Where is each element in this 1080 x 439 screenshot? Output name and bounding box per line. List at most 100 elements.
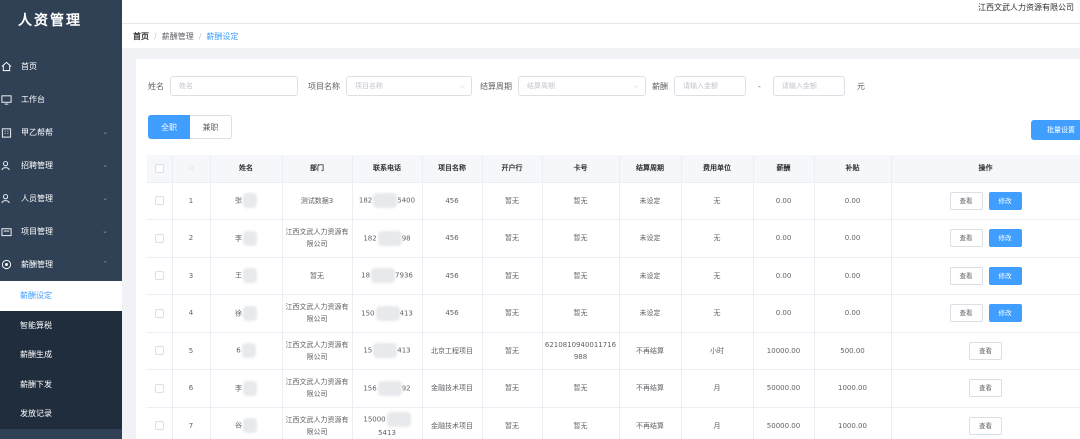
- column-header: 补贴: [814, 155, 892, 183]
- submenu-item-4[interactable]: 发放记录: [0, 399, 122, 429]
- actions-cell: 查看: [891, 369, 1080, 408]
- salary-submenu: 薪酬设定 智能算税 薪酬生成 薪酬下发 发放记录: [0, 281, 122, 429]
- sidebar: 人资管理 首页 工作台 甲乙帮帮 ⌄ 招聘管理 ⌄ 人员管理 ⌄ 项目管理 ⌄ 薪酬管理 ⌃ 薪酬设定…: [0, 0, 122, 439]
- salary-min-input[interactable]: 请输入金额: [674, 76, 746, 96]
- batch-set-button[interactable]: 批量设置: [1031, 120, 1080, 140]
- sidebar-item-4[interactable]: 人员管理 ⌄: [0, 182, 122, 215]
- table-row: 6 李江西文武人力资源有限公司 156 92 金融技术项目 暂无 暂无 不再结算月 50000.…: [147, 369, 1080, 408]
- column-header: 项目名称: [422, 155, 483, 183]
- view-button[interactable]: 查看: [969, 379, 1002, 398]
- sidebar-item-3[interactable]: 招聘管理 ⌄: [0, 149, 122, 182]
- row-checkbox[interactable]: [154, 271, 164, 281]
- salary-cell: 10000.00: [753, 332, 815, 370]
- view-button[interactable]: 查看: [949, 191, 983, 210]
- sidebar-item-1[interactable]: 工作台: [0, 83, 122, 116]
- name-input[interactable]: 姓名: [170, 76, 298, 96]
- project-cell: 金融技术项目: [422, 407, 483, 439]
- row-select-cell: [147, 332, 173, 370]
- project-select[interactable]: 项目名称 ⌵: [346, 76, 472, 96]
- breadcrumb-separator: /: [198, 31, 202, 41]
- view-button[interactable]: 查看: [949, 304, 983, 323]
- dept-cell: 暂无: [282, 257, 353, 295]
- unit-cell: 小时: [681, 332, 754, 370]
- breadcrumb-home[interactable]: 首页: [133, 31, 149, 42]
- redacted-phone: [377, 380, 402, 396]
- sidebar-item-2[interactable]: 甲乙帮帮 ⌄: [0, 116, 122, 149]
- row-checkbox[interactable]: [154, 421, 164, 431]
- edit-button[interactable]: 修改: [988, 304, 1022, 323]
- project-cell: 北京工程项目: [422, 332, 483, 370]
- app-title: 人资管理: [18, 13, 82, 29]
- row-index: 4: [172, 294, 211, 333]
- row-checkbox[interactable]: [154, 308, 164, 318]
- redacted-name: [243, 305, 257, 321]
- name-initial: 王: [235, 271, 242, 280]
- column-header: 部门: [282, 155, 353, 183]
- row-checkbox[interactable]: [154, 383, 164, 393]
- card-cell: 暂无: [542, 294, 620, 333]
- tab-part-time[interactable]: 兼职: [190, 115, 232, 139]
- project-cell: 456: [422, 219, 483, 258]
- chevron-down-icon: ⌄: [102, 161, 108, 169]
- phone-prefix: 15: [363, 346, 373, 355]
- redacted-name: [243, 380, 257, 396]
- dept-cell: 江西文武人力资源有限公司: [282, 369, 353, 408]
- salary-max-input[interactable]: 请输入金额: [772, 76, 845, 96]
- unit-cell: 无: [681, 294, 754, 333]
- salary-cell: 50000.00: [753, 407, 815, 439]
- submenu-item-0[interactable]: 薪酬设定: [0, 281, 122, 311]
- phone-cell: 150 413: [352, 294, 423, 333]
- submenu-item-2[interactable]: 薪酬生成: [0, 340, 122, 370]
- salary-cell: 0.00: [753, 257, 815, 295]
- card-cell: 暂无: [542, 219, 620, 258]
- submenu-item-3[interactable]: 薪酬下发: [0, 370, 122, 400]
- name-placeholder: 姓名: [179, 82, 193, 90]
- salary-cell: 0.00: [753, 219, 815, 258]
- name-initial: 李: [235, 234, 242, 243]
- sidebar-item-5[interactable]: 项目管理 ⌄: [0, 215, 122, 248]
- actions-cell: 查看: [891, 407, 1080, 439]
- project-cell: 456: [422, 257, 483, 295]
- redacted-phone: [371, 268, 396, 284]
- edit-button[interactable]: 修改: [988, 266, 1022, 285]
- table-row: 3 王暂无 18 7936 456 暂无 暂无 未设定无 0.00 0.00 查看 修改: [147, 257, 1080, 295]
- name-initial: 谷: [235, 421, 242, 430]
- phone-cell: 182 5400: [352, 182, 423, 220]
- column-header: 联系电话: [352, 155, 423, 183]
- row-index: 3: [172, 257, 211, 295]
- phone-suffix: 413: [399, 309, 413, 318]
- phone-suffix: 5413: [378, 429, 396, 438]
- actions-cell: 查看 修改: [891, 219, 1080, 258]
- sidebar-item-0[interactable]: 首页: [0, 50, 122, 83]
- phone-prefix: 18: [361, 271, 371, 280]
- view-button[interactable]: 查看: [969, 416, 1002, 435]
- phone-prefix: 182: [358, 196, 373, 205]
- view-button[interactable]: 查看: [969, 341, 1002, 360]
- row-select-cell: [147, 182, 173, 220]
- row-checkbox[interactable]: [154, 196, 164, 206]
- view-button[interactable]: 查看: [949, 229, 983, 248]
- breadcrumb-salary-management[interactable]: 薪酬管理: [162, 31, 194, 42]
- name-label: 姓名: [148, 81, 164, 91]
- subsidy-cell: 500.00: [814, 332, 892, 370]
- cycle-select[interactable]: 结算周期 ⌵: [518, 76, 646, 96]
- row-index: 2: [172, 219, 211, 258]
- sidebar-item-6[interactable]: 薪酬管理 ⌃: [0, 248, 122, 281]
- project-placeholder: 项目名称: [355, 82, 383, 90]
- edit-button[interactable]: 修改: [988, 229, 1022, 248]
- phone-cell: 182 98: [352, 219, 423, 258]
- cycle-cell: 不再结算: [619, 407, 682, 439]
- tab-full-time[interactable]: 全职: [148, 115, 190, 139]
- redacted-name: [241, 343, 256, 359]
- select-all-checkbox[interactable]: [154, 163, 164, 173]
- redacted-name: [243, 193, 257, 209]
- submenu-item-1[interactable]: 智能算税: [0, 311, 122, 341]
- row-checkbox[interactable]: [154, 346, 164, 356]
- chevron-down-icon: ⌄: [102, 227, 108, 235]
- view-button[interactable]: 查看: [949, 266, 983, 285]
- edit-button[interactable]: 修改: [988, 191, 1022, 210]
- card-cell: 6210810940011716988: [542, 332, 620, 370]
- row-checkbox[interactable]: [154, 233, 164, 243]
- user-icon: [0, 193, 12, 205]
- cycle-cell: 未设定: [619, 294, 682, 333]
